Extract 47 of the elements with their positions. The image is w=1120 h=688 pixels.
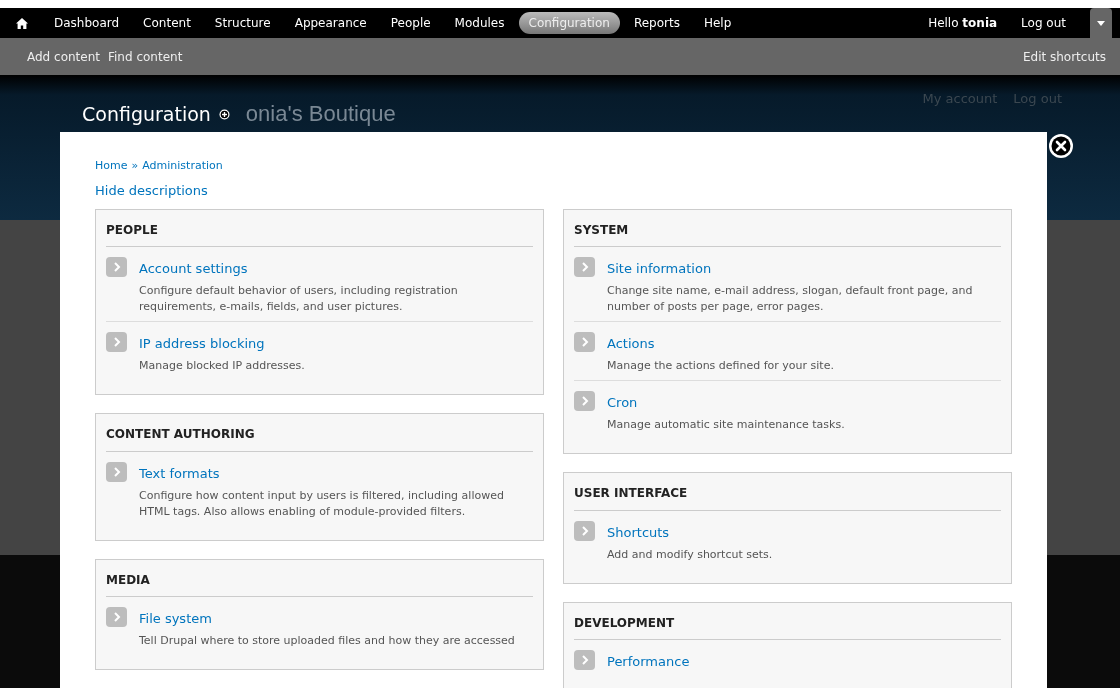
- item-link[interactable]: Cron: [607, 395, 638, 411]
- item-link[interactable]: Account settings: [139, 261, 248, 277]
- menu-link[interactable]: Content: [133, 12, 201, 34]
- menu-link[interactable]: Appearance: [284, 12, 377, 34]
- breadcrumb-separator: »: [131, 158, 139, 174]
- panel-title: USER INTERFACE: [574, 483, 1001, 511]
- shortcut-link[interactable]: Find content: [108, 47, 183, 66]
- menu-link[interactable]: Structure: [204, 12, 281, 34]
- panel-title: PEOPLE: [106, 220, 533, 248]
- menu-link[interactable]: People: [380, 12, 441, 34]
- panel-title: CONTENT AUTHORING: [106, 424, 533, 452]
- logout-link[interactable]: Log out: [1021, 14, 1066, 32]
- breadcrumb-link[interactable]: Administration: [142, 158, 223, 175]
- add-shortcut-icon[interactable]: [218, 108, 230, 120]
- panel-title: DEVELOPMENT: [574, 612, 1001, 641]
- item-link[interactable]: File system: [139, 611, 212, 627]
- item-description: Configure default behavior of users, including registration requirements, e-mails, fields, and user pictures.: [139, 283, 459, 316]
- menu-link[interactable]: Modules: [444, 12, 515, 34]
- item-link[interactable]: Actions: [607, 336, 655, 352]
- caret-icon: [1097, 20, 1105, 26]
- breadcrumb-link[interactable]: Home: [95, 158, 128, 175]
- item-description: Add and modify shortcut sets.: [607, 546, 773, 563]
- site-name: onia's Boutique: [245, 100, 396, 128]
- item-description: Tell Drupal where to store uploaded files and how they are accessed: [139, 633, 515, 650]
- item-description: Manage the actions defined for your site.: [607, 358, 834, 375]
- item-link[interactable]: Shortcuts: [607, 524, 670, 540]
- item-link[interactable]: Text formats: [139, 465, 220, 481]
- panel-title: SYSTEM: [574, 220, 1001, 248]
- edit-shortcuts-link[interactable]: Edit shortcuts: [1022, 47, 1106, 66]
- item-link[interactable]: Performance: [607, 654, 690, 670]
- greeting-text: Hello tonia: [928, 15, 998, 32]
- item-description: Change site name, e-mail address, slogan, default front page, and number of posts per page, error pages.: [607, 283, 974, 316]
- menu-link[interactable]: Help: [693, 12, 742, 34]
- item-link[interactable]: IP address blocking: [139, 336, 265, 352]
- home-icon[interactable]: [16, 17, 28, 29]
- drawer-toggle[interactable]: [1090, 8, 1112, 38]
- item-description: Manage blocked IP addresses.: [139, 358, 305, 375]
- item-link[interactable]: Site information: [607, 261, 712, 277]
- menu-link[interactable]: Dashboard: [44, 12, 130, 34]
- hide-descriptions-link[interactable]: Hide descriptions: [95, 180, 208, 200]
- panel-title: MEDIA: [106, 569, 533, 598]
- menu-link[interactable]: Reports: [623, 12, 690, 34]
- page-title: Configuration: [82, 103, 211, 126]
- close-icon[interactable]: [1048, 133, 1074, 159]
- item-description: Configure how content input by users is filtered, including allowed HTML tags. Also allows enabling of module-provided filters.: [139, 487, 505, 520]
- shortcut-link[interactable]: Add content: [27, 47, 100, 66]
- item-description: Manage automatic site maintenance tasks.: [607, 417, 845, 434]
